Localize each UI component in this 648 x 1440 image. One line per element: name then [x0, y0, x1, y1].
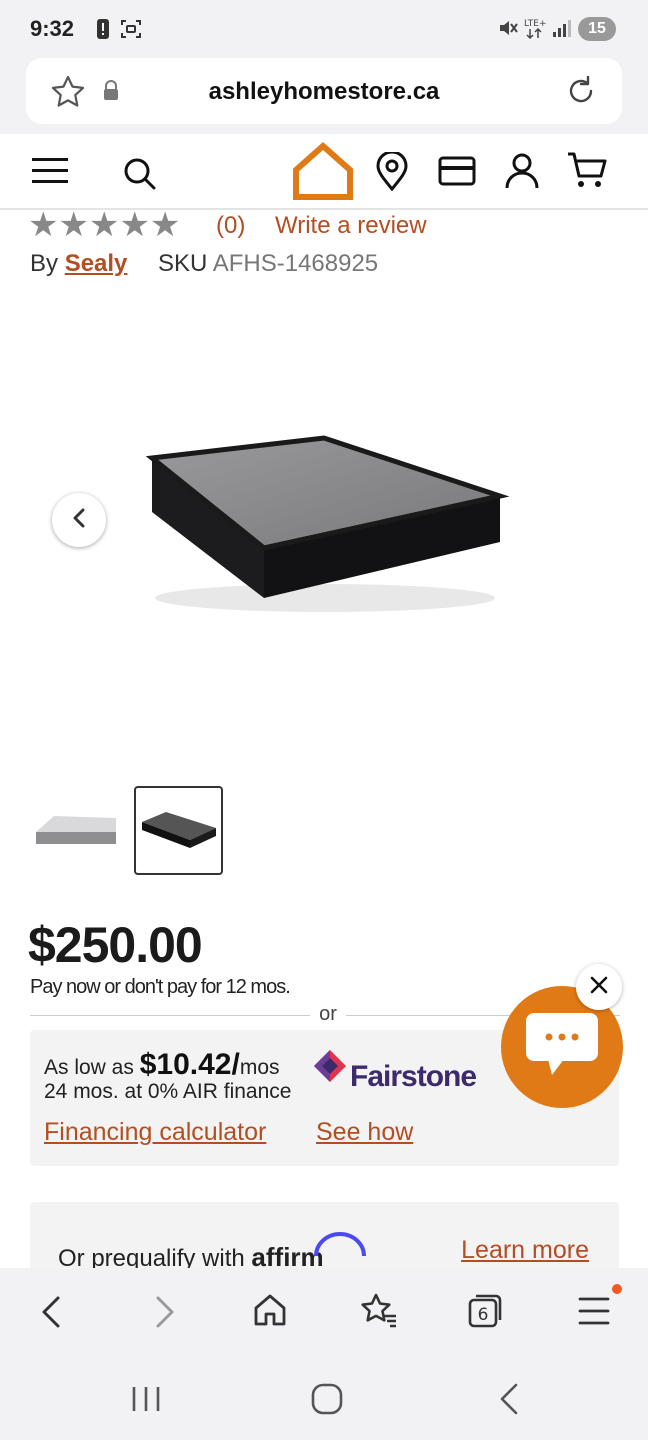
rating-stars: ★★★★★ [28, 206, 181, 244]
affirm-arc-icon [312, 1228, 368, 1263]
menu-icon[interactable] [578, 1296, 610, 1331]
fairstone-logo-icon [312, 1048, 348, 1089]
alert-icon [96, 18, 110, 45]
per-month-label: mos [239, 1056, 280, 1079]
financing-calculator-link[interactable]: Financing calculator [44, 1118, 266, 1147]
close-icon [589, 975, 609, 1000]
status-time: 9:32 [30, 16, 75, 41]
card-icon[interactable] [438, 156, 476, 191]
bookmarks-icon[interactable] [360, 1292, 398, 1333]
see-how-link[interactable]: See how [316, 1118, 413, 1147]
notification-badge: 15 [578, 17, 616, 41]
monthly-amount: $10.42 [139, 1048, 232, 1081]
home-icon[interactable] [252, 1292, 288, 1333]
chat-close-button[interactable] [576, 964, 622, 1010]
reload-icon[interactable] [564, 74, 598, 113]
home-button-icon[interactable] [310, 1382, 344, 1421]
url-text[interactable]: ashleyhomestore.ca [26, 78, 622, 106]
signal-icon [552, 18, 572, 43]
as-low-as-label: As low as [44, 1056, 134, 1079]
learn-more-link[interactable]: Learn more [461, 1236, 589, 1265]
notification-dot [612, 1284, 622, 1294]
monthly-payment: As low as $10.42/mos [44, 1048, 280, 1082]
svg-text:LTE+: LTE+ [524, 19, 547, 29]
screenshot-icon [120, 18, 142, 45]
mute-icon [498, 18, 518, 43]
by-label: By [30, 250, 59, 277]
thumbnail-1[interactable] [30, 800, 120, 860]
per-slash: / [231, 1048, 240, 1081]
sku-label: SKU [158, 250, 208, 277]
fairstone-wordmark: Fairstone [350, 1060, 477, 1093]
lte-icon: LTE+ [524, 16, 548, 45]
or-separator: or [310, 1003, 346, 1026]
pay-later-text: Pay now or don't pay for 12 mos. [30, 976, 291, 998]
browser-address-area: ashleyhomestore.ca [0, 58, 648, 134]
cart-icon[interactable] [566, 150, 608, 195]
account-icon[interactable] [504, 152, 540, 195]
menu-icon[interactable] [30, 156, 70, 191]
product-image[interactable] [140, 430, 510, 625]
status-bar: 9:32 LTE+ 15 [0, 0, 648, 58]
back-icon[interactable] [38, 1294, 66, 1335]
sku-value: AFHS-1468925 [212, 250, 379, 277]
location-icon[interactable] [374, 150, 410, 197]
recent-apps-icon[interactable] [130, 1384, 162, 1419]
brand-link[interactable]: Sealy [65, 250, 128, 277]
affirm-box: Or prequalify with affirm Learn more [30, 1202, 619, 1272]
back-nav-icon[interactable] [496, 1382, 522, 1421]
system-nav-bar [0, 1360, 648, 1440]
brand-line: By Sealy [30, 250, 127, 278]
financing-terms: 24 mos. at 0% AIR finance [44, 1080, 292, 1103]
thumbnail-2[interactable] [134, 786, 223, 875]
chevron-left-icon [71, 507, 87, 534]
home-logo-icon[interactable] [292, 140, 354, 207]
previous-image-button[interactable] [52, 493, 106, 547]
write-review-link[interactable]: Write a review [275, 212, 427, 240]
product-price: $250.00 [28, 917, 203, 973]
search-icon[interactable] [122, 156, 158, 197]
forward-icon[interactable] [150, 1294, 178, 1335]
review-count[interactable]: (0) [216, 212, 245, 240]
chat-bubble-icon [522, 1009, 602, 1086]
tab-count: 6 [478, 1305, 489, 1325]
address-bar[interactable]: ashleyhomestore.ca [26, 58, 622, 124]
site-header [0, 134, 648, 210]
browser-toolbar: 6 [0, 1268, 648, 1360]
tabs-icon[interactable]: 6 [466, 1292, 504, 1335]
sku-line: SKU AFHS-1468925 [158, 250, 378, 278]
